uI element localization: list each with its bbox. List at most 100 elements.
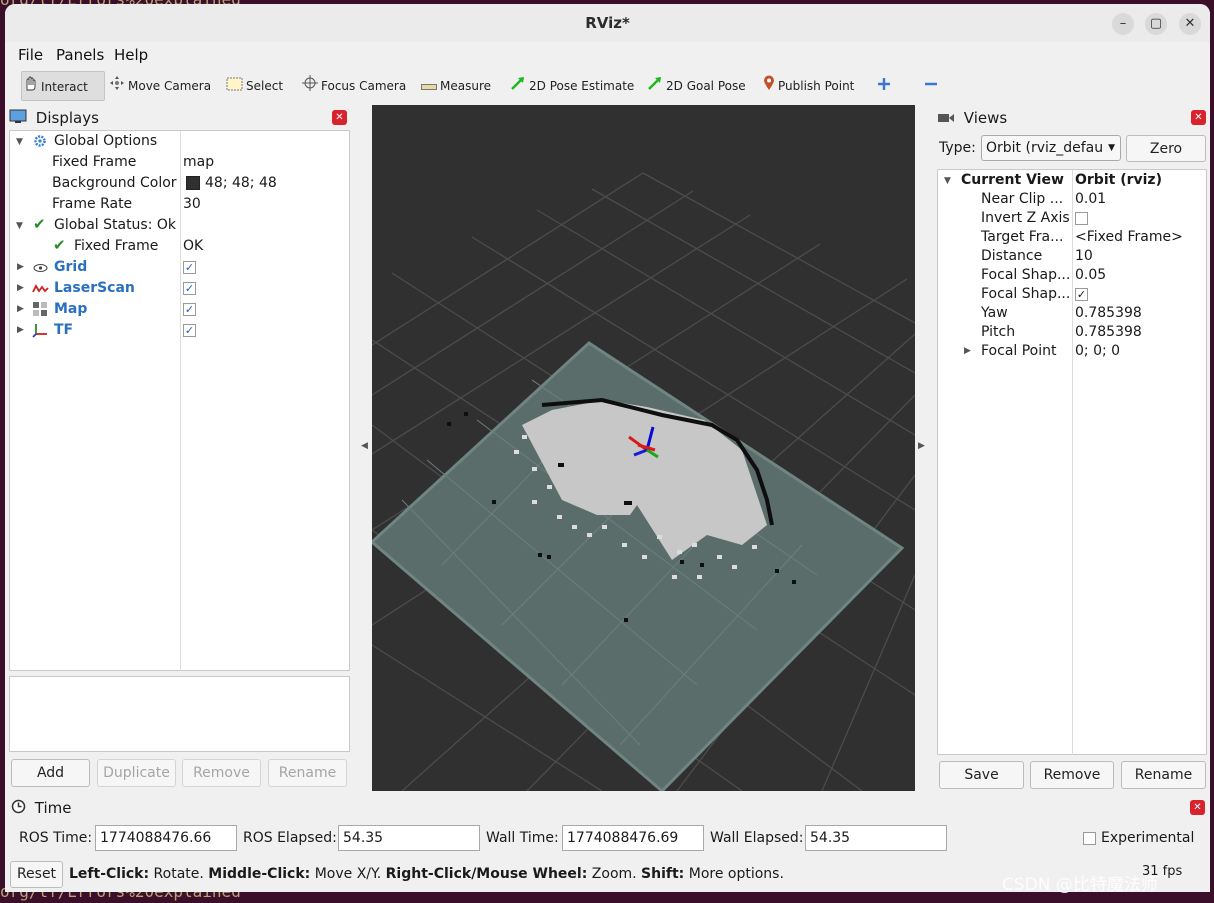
current-view-label: Current View [961, 172, 1064, 188]
close-views-button[interactable]: ✕ [1191, 110, 1206, 125]
display-map[interactable]: Map [54, 299, 87, 320]
wall-elapsed-field[interactable]: 54.35 [805, 825, 947, 851]
maximize-button[interactable]: ▢ [1145, 13, 1167, 35]
pitch-value[interactable]: 0.785398 [1075, 322, 1142, 343]
background-color-value[interactable]: 48; 48; 48 [205, 173, 277, 194]
gear-icon [33, 134, 47, 152]
distance-value[interactable]: 10 [1075, 246, 1093, 267]
invert-z-label: Invert Z Axis [981, 210, 1070, 226]
add-tool-button[interactable] [877, 71, 894, 101]
remove-tool-button[interactable] [924, 71, 941, 101]
collapse-arrow-icon[interactable]: ▶ [17, 283, 24, 293]
duplicate-display-button[interactable]: Duplicate [97, 759, 176, 787]
maximize-icon: ▢ [1149, 16, 1163, 31]
target-frame-label: Target Fra... [981, 229, 1064, 245]
ros-elapsed-field[interactable]: 54.35 [338, 825, 480, 851]
wall-time-label: Wall Time: [486, 830, 559, 846]
laserscan-checkbox[interactable]: ✓ [183, 282, 196, 295]
ros-elapsed-label: ROS Elapsed: [243, 830, 337, 846]
title-bar: RViz* – ▢ ✕ [5, 4, 1210, 42]
target-frame-value[interactable]: <Fixed Frame> [1075, 227, 1183, 248]
tool-select[interactable]: Select [226, 71, 283, 101]
display-tf[interactable]: TF [54, 320, 73, 341]
grid-checkbox[interactable]: ✓ [183, 261, 196, 274]
minimize-button[interactable]: – [1112, 13, 1134, 35]
expand-arrow-icon[interactable]: ▼ [16, 137, 23, 147]
tool-measure[interactable]: Measure [421, 71, 491, 101]
close-time-button[interactable]: ✕ [1190, 800, 1205, 815]
yaw-label: Yaw [981, 305, 1008, 321]
right-splitter-arrow-icon[interactable]: ▶ [918, 441, 925, 451]
displays-title: Displays [35, 109, 99, 127]
invert-z-checkbox[interactable] [1075, 212, 1088, 225]
global-options-label[interactable]: Global Options [54, 131, 157, 152]
wall-time-field[interactable]: 1774088476.69 [562, 825, 704, 851]
menu-panels[interactable]: Panels [56, 46, 104, 64]
focal-point-value[interactable]: 0; 0; 0 [1075, 341, 1120, 362]
tool-focus-camera[interactable]: Focus Camera [302, 71, 406, 101]
ros-time-field[interactable]: 1774088476.66 [95, 825, 237, 851]
wall-elapsed-label: Wall Elapsed: [710, 830, 804, 846]
menu-help[interactable]: Help [114, 46, 148, 64]
pitch-label: Pitch [981, 324, 1016, 340]
menu-file[interactable]: File [18, 46, 43, 64]
display-grid[interactable]: Grid [54, 257, 87, 278]
collapse-arrow-icon[interactable]: ▶ [17, 262, 24, 272]
focal-shape-fixed-label: Focal Shap... [981, 286, 1071, 302]
expand-arrow-icon[interactable]: ▼ [944, 176, 951, 186]
render-viewport[interactable] [369, 105, 916, 794]
focal-shape-fixed-checkbox[interactable]: ✓ [1075, 288, 1088, 301]
left-splitter-arrow-icon[interactable]: ◀ [361, 441, 368, 451]
status-fixed-frame-label: Fixed Frame [74, 238, 159, 254]
expand-arrow-icon[interactable]: ▼ [16, 221, 23, 231]
collapse-arrow-icon[interactable]: ▶ [964, 346, 971, 356]
yaw-value[interactable]: 0.785398 [1075, 303, 1142, 324]
view-type-select[interactable]: Orbit (rviz_defau ▼ [981, 135, 1121, 161]
displays-tree: ▼ Global Options Fixed Frame map Backgro… [9, 130, 350, 671]
close-icon: ✕ [335, 112, 344, 123]
collapse-arrow-icon[interactable]: ▶ [17, 325, 24, 335]
collapse-arrow-icon[interactable]: ▶ [17, 304, 24, 314]
tf-checkbox[interactable]: ✓ [183, 324, 196, 337]
global-status-label[interactable]: Global Status: Ok [54, 215, 176, 236]
close-icon: ✕ [1193, 802, 1202, 813]
focus-crosshair-icon [302, 72, 318, 102]
menu-bar: File Panels Help [5, 42, 1210, 68]
map-grid-icon [32, 301, 48, 321]
current-view-value: Orbit (rviz) [1075, 172, 1162, 188]
background-color-label: Background Color [52, 175, 177, 191]
grid-eye-icon [33, 261, 48, 277]
time-title: Time [34, 799, 72, 817]
color-swatch[interactable] [186, 176, 200, 190]
fixed-frame-value[interactable]: map [183, 152, 214, 173]
tool-2d-pose-estimate[interactable]: 2D Pose Estimate [510, 71, 634, 101]
tool-interact[interactable]: Interact [21, 71, 105, 101]
experimental-checkbox[interactable] [1083, 832, 1096, 845]
map-checkbox[interactable]: ✓ [183, 303, 196, 316]
ruler-icon [421, 72, 437, 102]
green-arrow-icon [510, 72, 526, 102]
type-label: Type: [939, 140, 976, 156]
tool-2d-goal-pose[interactable]: 2D Goal Pose [647, 71, 746, 101]
rename-display-button[interactable]: Rename [268, 759, 347, 787]
near-clip-label: Near Clip ... [981, 191, 1064, 207]
display-laserscan[interactable]: LaserScan [54, 278, 135, 299]
time-header: Time ✕ [11, 797, 1207, 819]
frame-rate-value[interactable]: 30 [183, 194, 201, 215]
zero-button[interactable]: Zero [1126, 135, 1206, 162]
near-clip-value[interactable]: 0.01 [1075, 189, 1106, 210]
add-display-button[interactable]: Add [11, 759, 90, 787]
tool-publish-point[interactable]: Publish Point [763, 71, 854, 101]
focal-shape-size-value[interactable]: 0.05 [1075, 265, 1106, 286]
tool-move-camera[interactable]: Move Camera [109, 71, 211, 101]
close-window-button[interactable]: ✕ [1179, 13, 1201, 35]
views-title: Views [963, 109, 1008, 127]
remove-display-button[interactable]: Remove [182, 759, 261, 787]
reset-button[interactable]: Reset [10, 861, 63, 888]
save-view-button[interactable]: Save [939, 761, 1024, 789]
close-displays-button[interactable]: ✕ [332, 110, 347, 125]
rename-view-button[interactable]: Rename [1121, 761, 1206, 789]
displays-header: Displays ✕ [9, 107, 349, 129]
laserscan-icon [32, 282, 49, 298]
remove-view-button[interactable]: Remove [1030, 761, 1114, 789]
